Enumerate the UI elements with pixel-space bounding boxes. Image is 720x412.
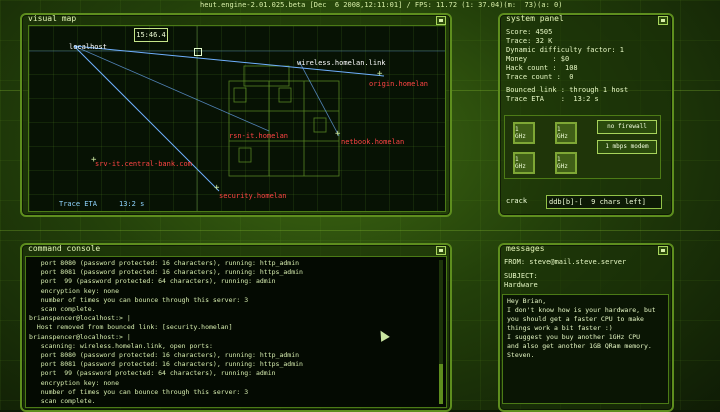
- panel-title: messages: [506, 244, 545, 253]
- window-controls: [436, 16, 446, 25]
- crosshair-icon: +: [377, 69, 383, 79]
- console-scrollbar[interactable]: [439, 260, 443, 404]
- message-line: and also get another 1GB QRam memory.: [507, 342, 652, 350]
- network-map[interactable]: localhost wireless.homelan.link origin.h…: [28, 25, 446, 212]
- map-node-wireless[interactable]: wireless.homelan.link: [297, 59, 386, 68]
- score-text: Score: 4505: [506, 28, 553, 36]
- console-line: port 8081 (password protected: 16 charac…: [29, 360, 303, 369]
- map-node-rsn[interactable]: rsn-it.homelan: [229, 132, 288, 141]
- window-controls: [436, 246, 446, 255]
- message-from: FROM: steve@mail.steve.server: [504, 258, 627, 266]
- cpu-slot-2[interactable]: 1 GHz: [555, 122, 577, 144]
- minimize-icon: [439, 249, 443, 252]
- firewall-slot[interactable]: no firewall: [597, 120, 657, 134]
- difficulty-text: Dynamic difficulty factor: 1: [506, 46, 625, 54]
- console-line: brianspencer@localhost:> |: [29, 314, 131, 323]
- console-line: number of times you can bounce through t…: [29, 387, 249, 396]
- console-line: port 99 (password protected: 64 characte…: [29, 369, 276, 378]
- message-subject-label: SUBJECT:: [504, 272, 538, 280]
- console-line: port 8081 (password protected: 16 charac…: [29, 268, 303, 277]
- window-controls: [658, 246, 668, 255]
- message-line: you should get a faster CPU to make: [507, 315, 644, 323]
- minimize-button[interactable]: [658, 246, 668, 255]
- crack-progress-field: ddb[b]-[ 9 chars left]: [546, 195, 662, 209]
- map-node-central-bank[interactable]: srv-it.central-bank.com: [95, 160, 192, 169]
- message-line: I don't know how is your hardware, but: [507, 306, 656, 314]
- console-line: scan complete.: [29, 397, 96, 406]
- panel-title: system panel: [506, 14, 564, 23]
- console-line: port 8080 (password protected: 16 charac…: [29, 351, 300, 360]
- trace-eta-value: 13:2 s: [119, 200, 145, 208]
- trace-eta-text: Trace ETA : 13:2 s: [506, 95, 599, 103]
- message-line: Hey Brian,: [507, 297, 547, 305]
- map-node-marker[interactable]: [194, 48, 202, 56]
- modem-slot[interactable]: 1 mbps modem: [597, 140, 657, 154]
- window-controls: [658, 16, 668, 25]
- minimize-button[interactable]: [436, 246, 446, 255]
- hardware-panel: 1 GHz 1 GHz 1 GHz 1 GHz no firewall 1 mb…: [504, 115, 661, 179]
- console-line: encryption key: none: [29, 378, 120, 387]
- background-line: [0, 230, 720, 231]
- system-clock: 15:46.4: [134, 28, 168, 42]
- console-line: number of times you can bounce through t…: [29, 295, 249, 304]
- minimize-icon: [661, 249, 665, 252]
- message-line: I suggest you buy another 1GHz CPU: [507, 333, 641, 341]
- minimize-icon: [661, 19, 665, 22]
- trace-count-text: Trace count : 0: [506, 73, 574, 81]
- map-node-origin[interactable]: origin.homelan: [369, 80, 428, 89]
- cpu-slot-1[interactable]: 1 GHz: [513, 122, 535, 144]
- money-text: Money : $0: [506, 55, 570, 63]
- cpu-slot-4[interactable]: 1 GHz: [555, 152, 577, 174]
- map-node-localhost[interactable]: localhost: [69, 43, 107, 52]
- engine-status-bar: heut.engine-2.01.025.beta [Dec 6 2008,12…: [200, 1, 563, 9]
- console-line: scanning: wireless.homelan.link, open po…: [29, 341, 213, 350]
- scrollbar-thumb[interactable]: [439, 364, 443, 404]
- map-connections: [29, 26, 445, 211]
- message-line: things work a bit faster :): [507, 324, 613, 332]
- map-node-netbook[interactable]: netbook.homelan: [341, 138, 404, 147]
- panel-title: visual map: [28, 14, 77, 23]
- crosshair-icon: +: [91, 155, 97, 165]
- hack-count-text: Hack count : 108: [506, 64, 578, 72]
- map-trace-footer: Trace ETA 13:2 s: [29, 197, 445, 211]
- minimize-button[interactable]: [436, 16, 446, 25]
- minimize-icon: [439, 19, 443, 22]
- message-lines: Hey Brian, I don't know how is your hardw…: [503, 295, 668, 360]
- minimize-button[interactable]: [658, 16, 668, 25]
- console-line: port 8080 (password protected: 16 charac…: [29, 259, 300, 267]
- panel-title: command console: [28, 244, 101, 253]
- console-line: brianspencer@localhost:> crack wireless.…: [29, 406, 446, 407]
- trace-eta-label: Trace ETA: [59, 200, 97, 208]
- trace-text: Trace: 32 K: [506, 37, 553, 45]
- message-body: Hey Brian, I don't know how is your hardw…: [502, 294, 669, 404]
- message-subject: Hardware: [504, 281, 538, 289]
- console-line: encryption key: none: [29, 286, 120, 295]
- bounced-link-text: Bounced link : through 1 host: [506, 86, 629, 94]
- console-line: port 99 (password protected: 64 characte…: [29, 277, 276, 286]
- crosshair-icon: +: [335, 129, 341, 139]
- console-line: scan complete.: [29, 305, 96, 314]
- crosshair-icon: +: [214, 183, 220, 193]
- cpu-slot-3[interactable]: 1 GHz: [513, 152, 535, 174]
- message-line: Steven.: [507, 351, 535, 359]
- crack-label: crack: [506, 197, 528, 205]
